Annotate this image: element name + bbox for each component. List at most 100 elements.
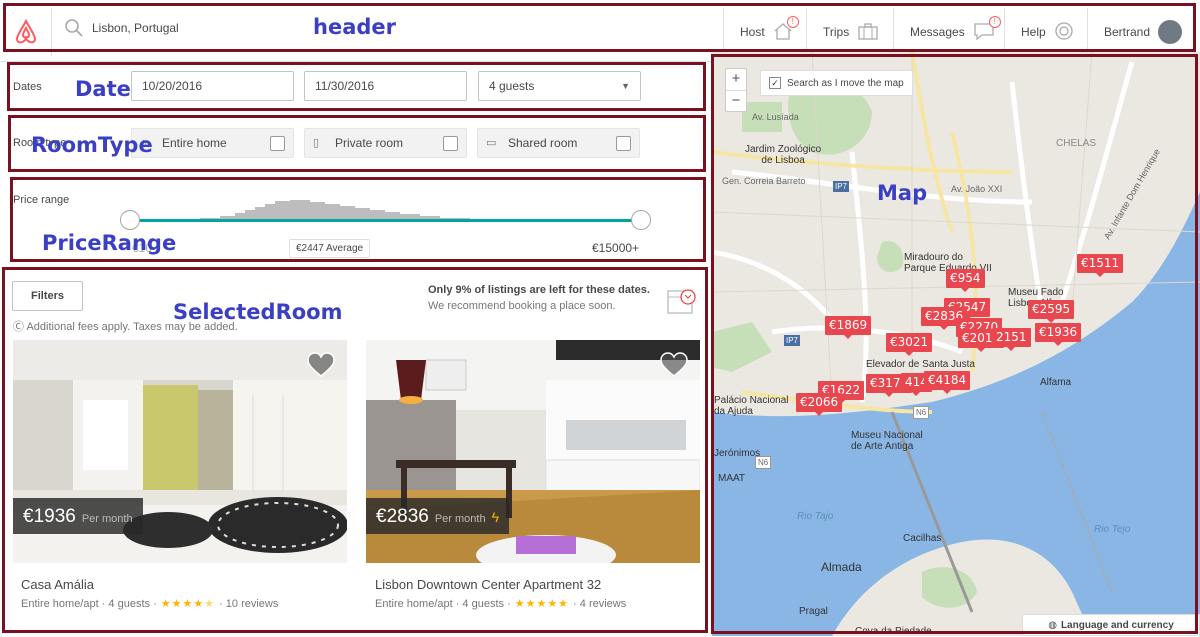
messages-notification-badge: ! <box>988 15 1001 28</box>
listing-price: €1936 <box>23 506 76 527</box>
shared-room-checkbox[interactable] <box>616 135 631 151</box>
globe-icon: ◍ <box>1048 619 1057 631</box>
listing-card-image-1[interactable]: €1936 Per month <box>13 340 347 563</box>
listing-price-period: Per month <box>81 513 133 525</box>
map-label-gen-correia: Gen. Correia Barreto <box>722 176 806 186</box>
listing-meta-2: Entire home/apt · 4 guests · ★★★★★ · 4 r… <box>375 597 626 611</box>
room-type-private-room-label: Private room <box>335 136 404 150</box>
price-min-handle[interactable] <box>120 210 140 230</box>
listing-price: €2836 <box>376 506 429 527</box>
save-heart-icon[interactable] <box>307 352 335 383</box>
checkin-date-input[interactable]: 10/20/2016 <box>131 71 294 101</box>
map-price-pin[interactable]: €1511 <box>1077 254 1124 277</box>
price-range-label: Price range <box>13 194 70 206</box>
host-notification-badge: ! <box>786 15 799 28</box>
search-input[interactable]: Lisbon, Portugal <box>92 21 179 35</box>
listing-meta-1: Entire home/apt · 4 guests · ★★★★★ · 10 … <box>21 597 278 611</box>
listing-card-image-2[interactable]: €2836 Per month ϟ <box>366 340 700 563</box>
search-icon <box>65 19 83 37</box>
listing-title-2[interactable]: Lisbon Downtown Center Apartment 32 <box>375 577 601 592</box>
location-search[interactable]: Lisbon, Portugal <box>64 18 179 38</box>
map-zoom-control: + − <box>725 68 747 112</box>
map-label-av-joao: Av. João XXI <box>951 184 1003 194</box>
map-label-zoo: Jardim Zoológico de Lisboa <box>745 144 822 166</box>
listing-price-period: Per month <box>434 513 486 525</box>
dates-label: Dates <box>13 81 42 93</box>
map-price-pin[interactable]: €2595 <box>1028 300 1075 323</box>
calendar-icon <box>667 289 696 314</box>
guests-select[interactable]: 4 guests ▼ <box>478 71 641 101</box>
suitcase-icon <box>857 22 879 43</box>
map-price-pin[interactable]: €3021 <box>886 333 933 356</box>
map-label-almada: Almada <box>821 560 862 574</box>
listing-meta-text: Entire home/apt · 4 guests · <box>21 597 157 610</box>
nav-messages[interactable]: Messages ! <box>893 8 1005 56</box>
home-icon: ! <box>773 15 799 43</box>
map-label-museu-nacional: Museu Nacional de Arte Antiga <box>851 430 923 452</box>
help-lifebuoy-icon <box>1054 21 1074 44</box>
search-as-move-checkbox[interactable]: ✓ <box>769 77 781 89</box>
annotation-label-pricerange: PriceRange <box>42 231 177 255</box>
map-road-n6-east: N6 <box>913 406 930 419</box>
map-label-jeronimos: Jerónimos <box>714 448 761 459</box>
map-price-pin[interactable]: 2151 <box>992 328 1031 351</box>
chevron-down-icon: ▼ <box>621 81 630 91</box>
avatar <box>1158 20 1183 44</box>
map-label-rio-tejo: Rio Tejo <box>1094 524 1131 535</box>
map-label-rio-tajo: Rio Tajo <box>797 511 834 522</box>
nav-user-menu[interactable]: Bertrand <box>1087 8 1200 56</box>
price-max-handle[interactable] <box>631 210 651 230</box>
search-as-move-label: Search as I move the map <box>787 77 904 89</box>
map-road-n6: N6 <box>755 456 772 469</box>
map-label-cacilhas: Cacilhas <box>903 533 942 544</box>
room-type-shared-room[interactable]: ▭ Shared room <box>477 128 640 158</box>
save-heart-icon[interactable] <box>660 352 688 383</box>
nav-help-label: Help <box>1021 25 1046 39</box>
map-label-chelas: CHELAS <box>1056 138 1097 149</box>
room-type-entire-home[interactable]: ⌂ Entire home <box>131 128 294 158</box>
instant-book-lightning-icon: ϟ <box>491 509 500 525</box>
entire-home-checkbox[interactable] <box>270 135 285 151</box>
map-price-pin[interactable]: €1869 <box>825 316 872 339</box>
nav-trips[interactable]: Trips <box>806 8 894 56</box>
price-slider-track[interactable] <box>130 219 642 222</box>
map-price-pin[interactable]: €1936 <box>1035 323 1082 346</box>
nav-messages-label: Messages <box>910 25 965 39</box>
map-label-av-lusiada: Av. Lusíada <box>752 112 799 122</box>
checkout-date-input[interactable]: 11/30/2016 <box>304 71 467 101</box>
room-type-entire-home-label: Entire home <box>162 136 227 150</box>
message-bubble-icon: ! <box>973 15 1001 43</box>
nav-host[interactable]: Host ! <box>723 8 805 56</box>
map-label-pragal: Pragal <box>799 606 828 617</box>
language-currency-button[interactable]: ◍ Language and currency <box>1022 614 1200 636</box>
listing-reviews[interactable]: · 10 reviews <box>219 598 278 610</box>
zoom-in-button[interactable]: + <box>726 69 746 91</box>
search-as-move-toggle[interactable]: ✓ Search as I move the map <box>760 70 913 96</box>
rating-stars: ★★★★★ <box>514 598 570 610</box>
map-label-maat: MAAT <box>718 473 746 484</box>
private-room-checkbox[interactable] <box>443 135 458 151</box>
filters-button[interactable]: Filters <box>12 281 83 311</box>
nav-help[interactable]: Help <box>1004 8 1088 56</box>
fees-note: Ⓒ Additional fees apply. Taxes may be ad… <box>13 318 238 334</box>
language-currency-label: Language and currency <box>1060 619 1174 631</box>
nav-host-label: Host <box>740 25 765 39</box>
listing-meta-text: Entire home/apt · 4 guests · <box>375 597 511 610</box>
room-type-label: Room type <box>13 137 67 149</box>
rating-stars: ★★★★★ <box>160 598 216 610</box>
map-price-pin[interactable]: €954 <box>946 269 985 292</box>
map-label-cova: Cova da Piedade <box>855 626 932 637</box>
map-label-elevador: Elevador de Santa Justa <box>866 359 975 370</box>
map-price-pin[interactable]: €4184 <box>924 371 971 394</box>
zoom-out-button[interactable]: − <box>726 91 746 113</box>
room-type-private-room[interactable]: ▯ Private room <box>304 128 467 158</box>
private-room-door-icon: ▯ <box>313 137 320 149</box>
map-price-pin[interactable]: €2066 <box>796 393 843 416</box>
scarcity-title: Only 9% of listings are left for these d… <box>428 284 650 296</box>
listing-price-badge: €2836 Per month ϟ <box>366 498 510 534</box>
listing-reviews[interactable]: · 4 reviews <box>573 598 626 610</box>
listing-title-1[interactable]: Casa Amália <box>21 577 94 592</box>
airbnb-logo[interactable] <box>0 8 52 56</box>
room-type-shared-room-label: Shared room <box>508 136 578 150</box>
map-label-ajuda: Palácio Nacional da Ajuda <box>714 395 789 417</box>
